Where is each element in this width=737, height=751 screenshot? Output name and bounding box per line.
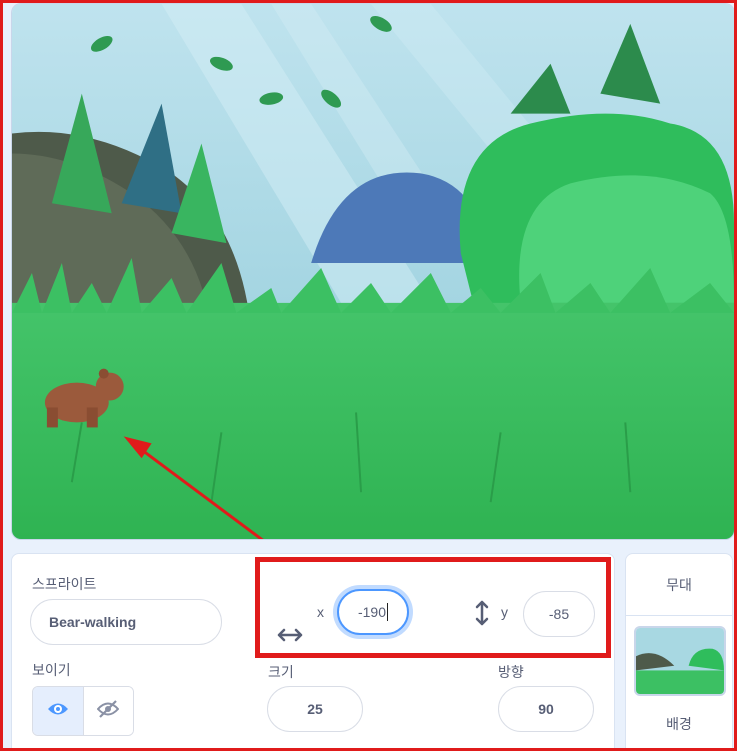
annotation-frame bbox=[0, 0, 737, 751]
